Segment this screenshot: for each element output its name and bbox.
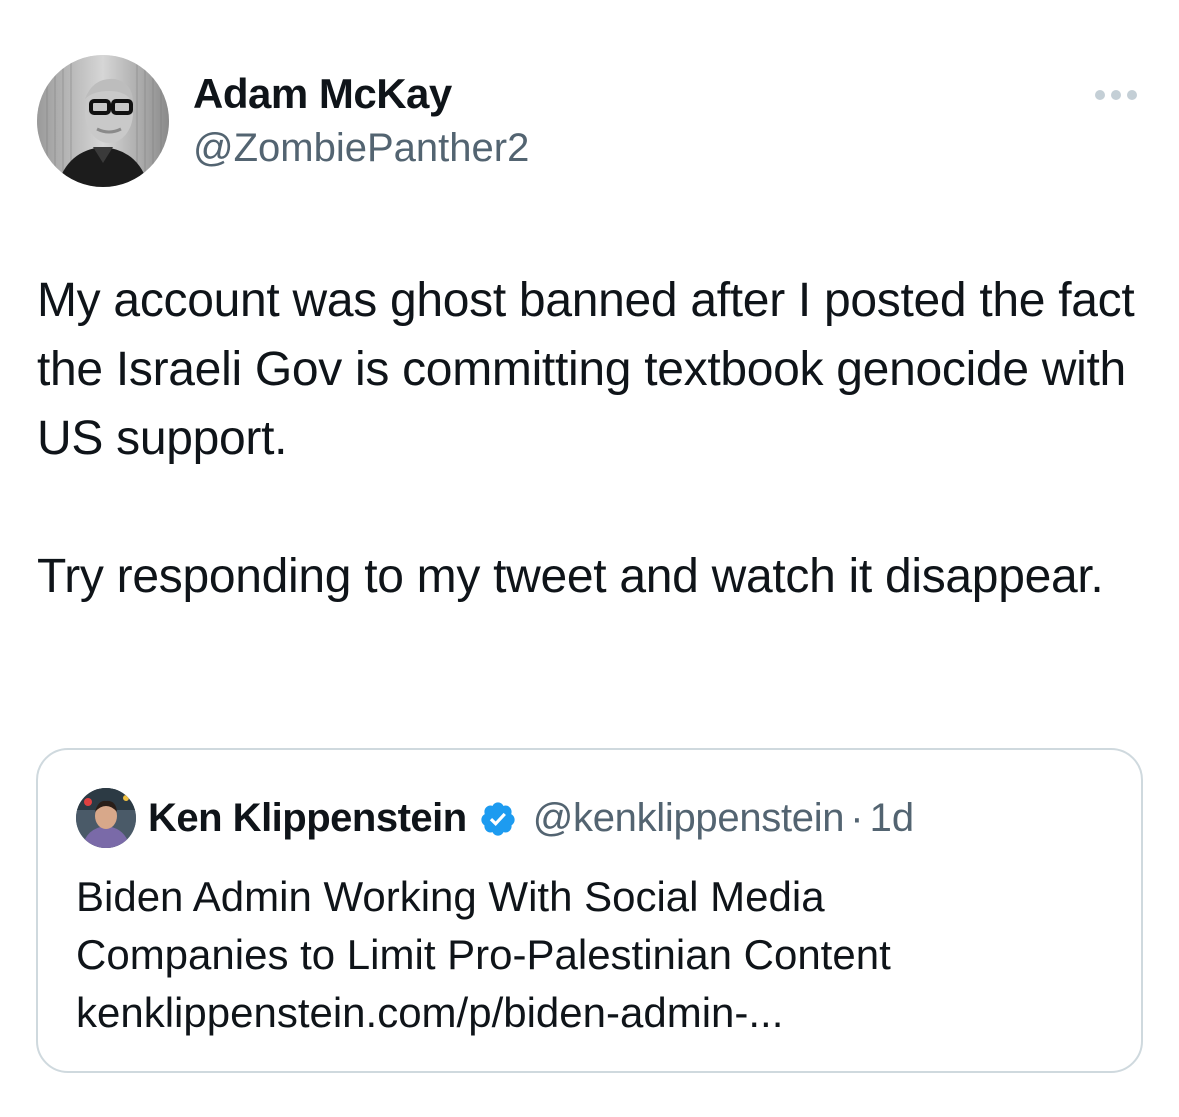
tweet-card: Adam McKay @ZombiePanther2 My account wa…	[0, 0, 1179, 1117]
quoted-tweet-line: Biden Admin Working With Social Media	[76, 873, 825, 920]
tweet-paragraph: My account was ghost banned after I post…	[37, 274, 1135, 465]
meta-separator: ·	[850, 796, 864, 840]
quoted-tweet-timestamp[interactable]: 1d	[870, 796, 915, 841]
quoted-tweet-line: Companies to Limit Pro-Palestinian Conte…	[76, 931, 891, 978]
verified-badge-icon	[481, 801, 515, 836]
avatar-portrait-image	[37, 55, 169, 187]
quoted-author-name[interactable]: Ken Klippenstein	[148, 796, 467, 841]
quoted-tweet-card[interactable]: Ken Klippenstein @kenklippenstein · 1d B…	[36, 748, 1143, 1073]
more-options-button[interactable]	[1086, 80, 1146, 110]
tweet-paragraph: Try responding to my tweet and watch it …	[37, 550, 1104, 603]
quoted-tweet-link[interactable]: kenklippenstein.com/p/biden-admin-...	[76, 984, 1106, 1042]
quoted-tweet-header: Ken Klippenstein @kenklippenstein · 1d	[148, 796, 914, 841]
quoted-author-handle[interactable]: @kenklippenstein	[533, 796, 845, 841]
author-name[interactable]: Adam McKay	[193, 70, 452, 118]
quoted-tweet-body: Biden Admin Working With Social Media Co…	[76, 868, 1106, 1042]
author-handle[interactable]: @ZombiePanther2	[193, 126, 529, 171]
quoted-avatar-image	[76, 788, 136, 848]
quoted-author-avatar[interactable]	[76, 788, 136, 848]
more-horizontal-icon	[1095, 90, 1137, 100]
tweet-body: My account was ghost banned after I post…	[37, 266, 1147, 611]
author-avatar[interactable]	[37, 55, 169, 187]
